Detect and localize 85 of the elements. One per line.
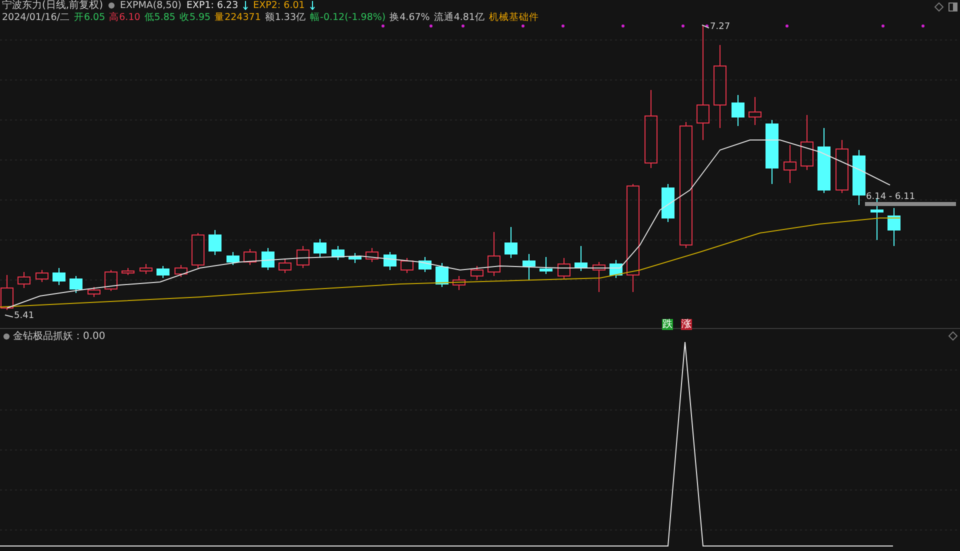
quote-field: 机械基础件 bbox=[488, 12, 539, 23]
candle bbox=[784, 144, 796, 184]
panel-icon[interactable] bbox=[948, 2, 958, 12]
candle bbox=[540, 256, 552, 274]
down-arrow-icon bbox=[310, 1, 315, 10]
candle bbox=[52, 268, 66, 286]
candle bbox=[140, 264, 152, 274]
price-range-label: 6.14 - 6.11 bbox=[866, 192, 916, 202]
indicator-name: EXPMA(8,50) bbox=[120, 0, 182, 12]
candle bbox=[592, 262, 606, 292]
candle bbox=[192, 232, 204, 268]
marker-dot bbox=[682, 24, 684, 28]
indicator-label: 金钻极品抓妖：0.00 bbox=[13, 330, 106, 343]
candle bbox=[418, 256, 432, 272]
marker-dot bbox=[882, 24, 884, 28]
candle bbox=[384, 252, 396, 270]
candle bbox=[262, 248, 274, 270]
candle bbox=[732, 94, 744, 126]
down-arrow-icon bbox=[243, 1, 248, 10]
candle bbox=[452, 276, 466, 290]
marker-dot bbox=[622, 24, 624, 28]
candle bbox=[870, 198, 884, 240]
marker-dot bbox=[706, 24, 708, 28]
candle bbox=[504, 226, 518, 258]
indicator-dot-icon bbox=[3, 332, 10, 340]
diamond-icon[interactable] bbox=[934, 2, 944, 12]
marker-dot bbox=[462, 24, 464, 28]
high-price-label: 7.27 bbox=[710, 22, 730, 32]
candle bbox=[574, 246, 588, 272]
signal-badge: 跌 bbox=[662, 319, 673, 330]
marker-dot bbox=[522, 24, 524, 28]
candle bbox=[366, 248, 378, 262]
candle bbox=[70, 276, 82, 294]
quote-field: 量224371 bbox=[214, 12, 261, 23]
candle bbox=[852, 150, 866, 206]
candle bbox=[800, 114, 814, 170]
marker-dot bbox=[562, 24, 564, 28]
candle bbox=[400, 258, 414, 274]
indicator-dot-icon bbox=[108, 2, 115, 10]
quote-field: 幅-0.12(-1.98%) bbox=[310, 12, 386, 23]
candle bbox=[522, 254, 536, 280]
candle bbox=[88, 286, 100, 298]
marker-dot bbox=[430, 24, 432, 28]
candle bbox=[766, 120, 778, 184]
quote-field: 换4.67% bbox=[390, 12, 430, 23]
candle bbox=[18, 272, 30, 288]
candle bbox=[0, 274, 14, 310]
quote-field: 流通4.81亿 bbox=[434, 12, 485, 23]
candle bbox=[662, 184, 674, 222]
candle bbox=[836, 140, 848, 194]
candle bbox=[888, 208, 900, 246]
quote-field: 额1.33亿 bbox=[264, 12, 306, 23]
candle bbox=[208, 230, 222, 256]
quote-field: 2024/01/16/二 bbox=[2, 12, 70, 23]
candle bbox=[122, 268, 134, 276]
candle bbox=[558, 258, 570, 280]
candle bbox=[610, 260, 622, 278]
candle bbox=[488, 232, 500, 276]
candle bbox=[332, 246, 344, 260]
candle bbox=[244, 248, 256, 266]
exp2-value: EXP2: 6.01 bbox=[253, 0, 305, 12]
marker-dot bbox=[382, 24, 384, 28]
marker-dot bbox=[922, 24, 924, 28]
candle bbox=[278, 258, 292, 274]
signal-badge: 涨 bbox=[681, 319, 692, 330]
candle bbox=[348, 252, 362, 264]
candle bbox=[470, 266, 484, 280]
quote-field: 低5.85 bbox=[144, 12, 176, 23]
candle bbox=[104, 270, 118, 292]
quote-field: 高6.10 bbox=[109, 12, 140, 23]
candle bbox=[436, 262, 448, 288]
quote-field: 收5.95 bbox=[179, 12, 211, 23]
candle bbox=[226, 252, 240, 266]
candle bbox=[174, 264, 188, 278]
diamond-icon[interactable] bbox=[948, 331, 958, 341]
candle bbox=[818, 128, 830, 194]
quote-field: 开6.05 bbox=[74, 12, 106, 23]
candle bbox=[296, 246, 310, 268]
candle bbox=[314, 238, 326, 258]
candle bbox=[748, 96, 762, 126]
exp1-value: EXP1: 6.23 bbox=[186, 0, 238, 12]
candle bbox=[156, 266, 170, 278]
low-price-label: 5.41 bbox=[14, 311, 34, 321]
marker-dot bbox=[786, 24, 788, 28]
candle bbox=[36, 270, 48, 282]
